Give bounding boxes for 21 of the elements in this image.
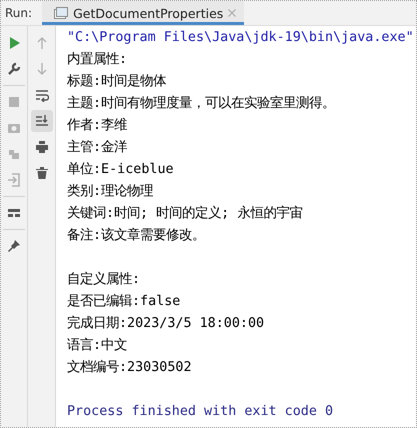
output-line: 备注:该文章需要修改。 <box>67 228 206 243</box>
output-line: 内置属性: <box>67 52 128 67</box>
exit-message: Process finished with exit code 0 <box>67 404 334 419</box>
output-line: 主管:金洋 <box>67 140 128 155</box>
command-line: "C:\Program Files\Java\jdk-19\bin\java.exe" <box>67 30 414 45</box>
output-line: 作者:李维 <box>67 118 128 133</box>
output-line: 标题:时间是物体 <box>67 74 166 89</box>
output-line: 自定义属性: <box>67 272 140 287</box>
output-line: 语言:中文 <box>67 338 128 353</box>
scroll-end-icon[interactable] <box>30 110 52 132</box>
window-icon <box>54 7 68 19</box>
output-line: 关键词:时间; 时间的定义; 永恒的宇宙 <box>67 206 302 221</box>
run-label: Run: <box>4 6 34 20</box>
run-tab[interactable]: GetDocumentProperties <box>42 1 244 25</box>
output-line: 主题:时间有物理度量，可以在实验室里测得。 <box>67 96 336 111</box>
output-line: 类别:理论物理 <box>67 184 154 199</box>
close-icon[interactable] <box>228 9 236 17</box>
output-line: 单位:E-iceblue <box>67 162 174 177</box>
output-line: 文档编号:23030502 <box>67 360 192 375</box>
output-line: 是否已编辑:false <box>67 294 180 309</box>
output-line: 完成日期:2023/3/5 18:00:00 <box>67 316 264 331</box>
